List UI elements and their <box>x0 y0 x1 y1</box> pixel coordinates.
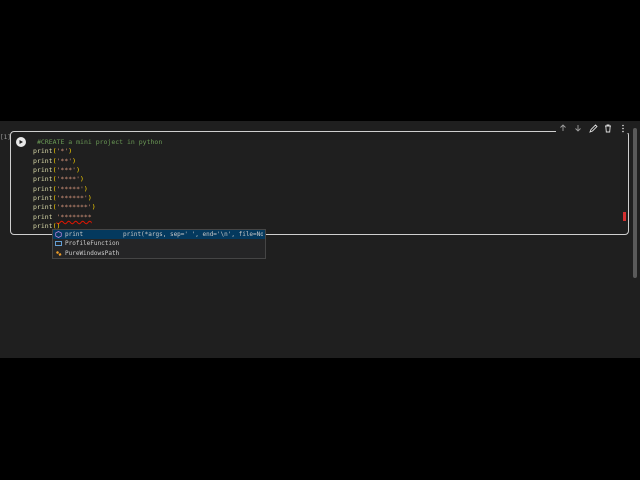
autocomplete-label: print <box>65 231 84 239</box>
code-token: print <box>33 175 53 184</box>
code-token: ) <box>72 156 77 165</box>
code-token: '***' <box>56 166 77 175</box>
autocomplete-item[interactable]: print print(*args, sep=' ', end='\n', fil… <box>53 230 265 240</box>
autocomplete-item[interactable]: PureWindowsPath <box>53 249 265 258</box>
code-token: print <box>33 147 53 156</box>
code-token: print <box>33 222 53 231</box>
scrollbar[interactable] <box>633 128 637 278</box>
code-line: print('*****') <box>33 185 162 194</box>
class-icon <box>55 250 62 257</box>
code-token: print <box>33 194 53 203</box>
code-cell[interactable]: #CREATE a mini project in python print('*… <box>10 131 629 235</box>
code-token: ) <box>91 203 96 212</box>
code-token: ) <box>83 184 88 193</box>
notebook-area: [1] #CREATE a mini project in python prin… <box>0 121 640 358</box>
code-token: ) <box>68 147 73 156</box>
code-token: '*****' <box>56 184 84 193</box>
code-line: print('****') <box>33 175 162 184</box>
function-icon <box>55 231 62 239</box>
code-token: ) <box>76 166 80 175</box>
code-comment-line: #CREATE a mini project in python <box>33 138 162 147</box>
code-line: print('***') <box>33 166 162 175</box>
code-token: print <box>33 184 53 193</box>
code-token: '**' <box>56 156 73 165</box>
play-icon <box>19 140 23 144</box>
variable-icon <box>55 240 62 247</box>
cell-toolbar <box>556 123 630 133</box>
code-token: '*******' <box>56 203 92 212</box>
code-token: '******** <box>56 212 92 221</box>
code-token: '****' <box>56 175 80 184</box>
autocomplete-item[interactable]: ProfileFunction <box>53 239 265 248</box>
autocomplete-label: ProfileFunction <box>65 240 120 248</box>
code-line: print('*') <box>33 147 162 156</box>
code-token: '*' <box>56 147 69 156</box>
code-editor[interactable]: #CREATE a mini project in python print('*… <box>33 138 162 231</box>
run-cell-button[interactable] <box>16 137 26 147</box>
autocomplete-label: PureWindowsPath <box>65 249 120 257</box>
arrow-down-icon[interactable] <box>573 123 583 133</box>
code-token: print <box>33 156 53 165</box>
more-icon[interactable] <box>618 123 628 133</box>
code-token: ) <box>79 175 84 184</box>
autocomplete-detail: print(*args, sep=' ', end='\n', file=Non… <box>123 231 263 239</box>
arrow-up-icon[interactable] <box>558 123 568 133</box>
autocomplete-popup: print print(*args, sep=' ', end='\n', fil… <box>52 229 266 259</box>
code-token: print <box>33 203 53 212</box>
edit-icon[interactable] <box>588 123 598 133</box>
code-line: print('*******') <box>33 203 162 212</box>
delete-icon[interactable] <box>603 123 613 133</box>
error-marker <box>623 212 626 221</box>
code-token: print <box>33 166 53 175</box>
code-token: print <box>33 212 53 221</box>
code-line: print('******') <box>33 194 162 203</box>
code-token: '******' <box>56 194 88 203</box>
code-token: ) <box>87 194 92 203</box>
code-line: print('**') <box>33 157 162 166</box>
code-token: #CREATE a mini project in python <box>37 138 163 146</box>
code-line: print '******** <box>33 213 162 222</box>
